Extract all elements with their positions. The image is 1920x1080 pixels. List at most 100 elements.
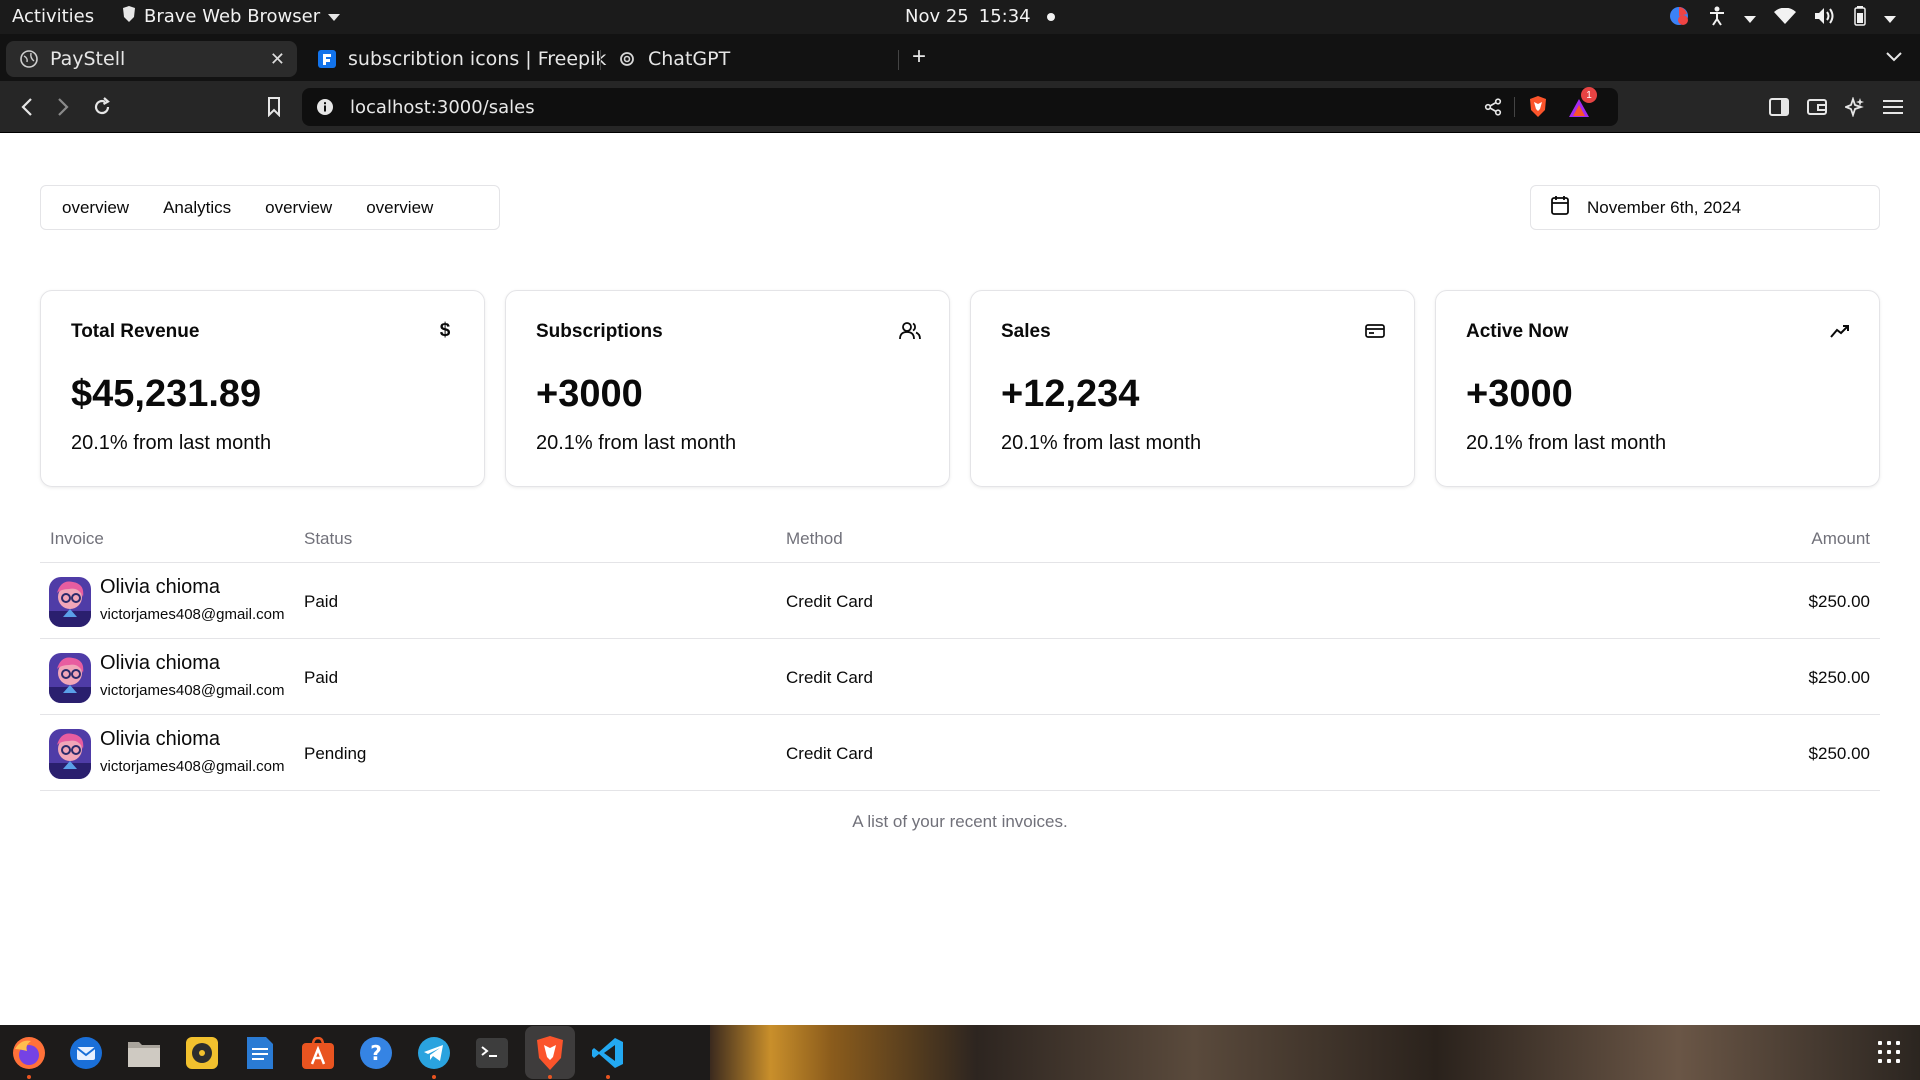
reload-icon[interactable] <box>89 94 115 120</box>
notification-badge: 1 <box>1581 87 1597 103</box>
notification-dot <box>1046 12 1055 21</box>
activities-button[interactable]: Activities <box>12 6 94 27</box>
tab-overview-3[interactable]: overview <box>366 198 433 218</box>
freepik-icon <box>318 50 336 68</box>
telegram-icon[interactable] <box>415 1034 453 1079</box>
tab-freepik[interactable]: subscribtion icons | Freepik <box>304 41 620 77</box>
url-text: localhost:3000/sales <box>350 97 535 118</box>
tab-overview-2[interactable]: overview <box>265 198 332 218</box>
system-tray[interactable] <box>1668 5 1896 32</box>
amount-cell: $250.00 <box>1808 744 1870 763</box>
wallet-icon[interactable] <box>1804 94 1830 120</box>
chevron-down-icon <box>328 6 341 27</box>
back-icon[interactable] <box>14 94 40 120</box>
wallpaper <box>710 1025 1920 1080</box>
card-active-now: Active Now +3000 20.1% from last month <box>1435 290 1880 487</box>
leo-ai-icon[interactable] <box>1842 94 1868 120</box>
time: 15:34 <box>978 6 1031 27</box>
customer-name: Olivia chioma <box>100 728 221 750</box>
address-bar[interactable]: localhost:3000/sales 1 <box>302 87 1618 126</box>
tab-separator <box>898 50 899 70</box>
date-picker-button[interactable]: November 6th, 2024 <box>1530 185 1880 230</box>
avatar <box>49 653 91 703</box>
chrome-profile-icon[interactable] <box>1668 5 1690 32</box>
writer-icon[interactable] <box>241 1034 279 1072</box>
tab-title: ChatGPT <box>648 48 731 70</box>
bookmark-icon[interactable] <box>261 94 287 120</box>
show-apps-icon[interactable] <box>1878 1041 1900 1063</box>
tab-overview[interactable]: overview <box>62 198 129 218</box>
users-icon <box>899 320 921 342</box>
dock: ? <box>0 1025 1920 1080</box>
status-cell: Pending <box>304 744 367 763</box>
card-subscriptions: Subscriptions +3000 20.1% from last mont… <box>505 290 950 487</box>
terminal-icon[interactable] <box>473 1034 511 1072</box>
table-row[interactable]: Olivia chioma victorjames408@gmail.com P… <box>40 563 1880 639</box>
clock[interactable]: Nov 25 15:34 <box>905 6 1055 27</box>
header-invoice: Invoice <box>50 529 104 548</box>
wifi-icon[interactable] <box>1774 7 1796 29</box>
sidebar-toggle-icon[interactable] <box>1766 94 1792 120</box>
header-status: Status <box>304 529 353 548</box>
tab-paystell[interactable]: PayStell ✕ <box>6 41 297 77</box>
credit-card-icon <box>1364 320 1386 342</box>
rhythmbox-icon[interactable] <box>183 1034 221 1072</box>
browser-toolbar: localhost:3000/sales 1 <box>0 81 1920 133</box>
method-cell: Credit Card <box>786 744 873 763</box>
card-title: Sales <box>1001 321 1051 342</box>
tab-title: subscribtion icons | Freepik <box>348 48 607 70</box>
table-row[interactable]: Olivia chioma victorjames408@gmail.com P… <box>40 715 1880 791</box>
card-subtext: 20.1% from last month <box>1001 432 1202 454</box>
chevron-down-icon[interactable] <box>1744 8 1756 29</box>
firefox-icon[interactable] <box>10 1034 48 1079</box>
table-row[interactable]: Olivia chioma victorjames408@gmail.com P… <box>40 639 1880 715</box>
card-subtext: 20.1% from last month <box>1466 432 1667 454</box>
card-title: Subscriptions <box>536 321 663 342</box>
site-info-icon[interactable] <box>316 98 334 121</box>
card-subtext: 20.1% from last month <box>536 432 737 454</box>
chevron-down-icon[interactable] <box>1884 8 1896 29</box>
files-icon[interactable] <box>125 1034 163 1072</box>
customer-email: victorjames408@gmail.com <box>100 682 285 699</box>
invoices-table: Invoice Status Method Amount Olivia chio… <box>40 515 1880 831</box>
date: Nov 25 <box>905 6 969 27</box>
card-value: +3000 <box>1466 373 1573 415</box>
app-menu[interactable]: Brave Web Browser <box>122 6 341 27</box>
forward-icon[interactable] <box>50 94 76 120</box>
volume-icon[interactable] <box>1814 7 1836 30</box>
card-title: Active Now <box>1466 321 1569 342</box>
brave-icon[interactable] <box>531 1034 569 1079</box>
accessibility-icon[interactable] <box>1708 6 1726 31</box>
activity-icon <box>1829 320 1851 342</box>
close-icon[interactable]: ✕ <box>270 49 285 70</box>
card-total-revenue: Total Revenue $ $45,231.89 20.1% from la… <box>40 290 485 487</box>
header-amount: Amount <box>1811 529 1870 548</box>
customer-name: Olivia chioma <box>100 652 221 674</box>
menu-icon[interactable] <box>1880 94 1906 120</box>
tab-list-chevron-icon[interactable] <box>1886 49 1902 67</box>
method-cell: Credit Card <box>786 592 873 611</box>
card-value: +3000 <box>536 373 643 415</box>
tab-analytics[interactable]: Analytics <box>163 198 231 218</box>
brave-shields-icon[interactable] <box>1528 96 1548 123</box>
vscode-icon[interactable] <box>589 1034 627 1079</box>
customer-name: Olivia chioma <box>100 576 221 598</box>
system-top-bar: Activities Brave Web Browser Nov 25 15:3… <box>0 0 1920 34</box>
divider <box>1514 97 1515 117</box>
avatar <box>49 577 91 627</box>
help-icon[interactable]: ? <box>357 1034 395 1072</box>
app-center-icon[interactable] <box>299 1034 337 1072</box>
battery-icon[interactable] <box>1854 6 1866 31</box>
new-tab-button[interactable]: + <box>912 43 926 71</box>
dollar-icon: $ <box>439 320 451 341</box>
card-sales: Sales +12,234 20.1% from last month <box>970 290 1415 487</box>
selected-date: November 6th, 2024 <box>1587 197 1742 217</box>
tab-title: PayStell <box>50 48 126 70</box>
avatar <box>49 729 91 779</box>
card-value: $45,231.89 <box>71 373 262 415</box>
calendar-icon <box>1551 195 1569 220</box>
tab-chatgpt[interactable]: ChatGPT <box>604 41 744 77</box>
card-title: Total Revenue <box>71 321 200 342</box>
share-icon[interactable] <box>1484 98 1502 121</box>
thunderbird-icon[interactable] <box>67 1034 105 1072</box>
